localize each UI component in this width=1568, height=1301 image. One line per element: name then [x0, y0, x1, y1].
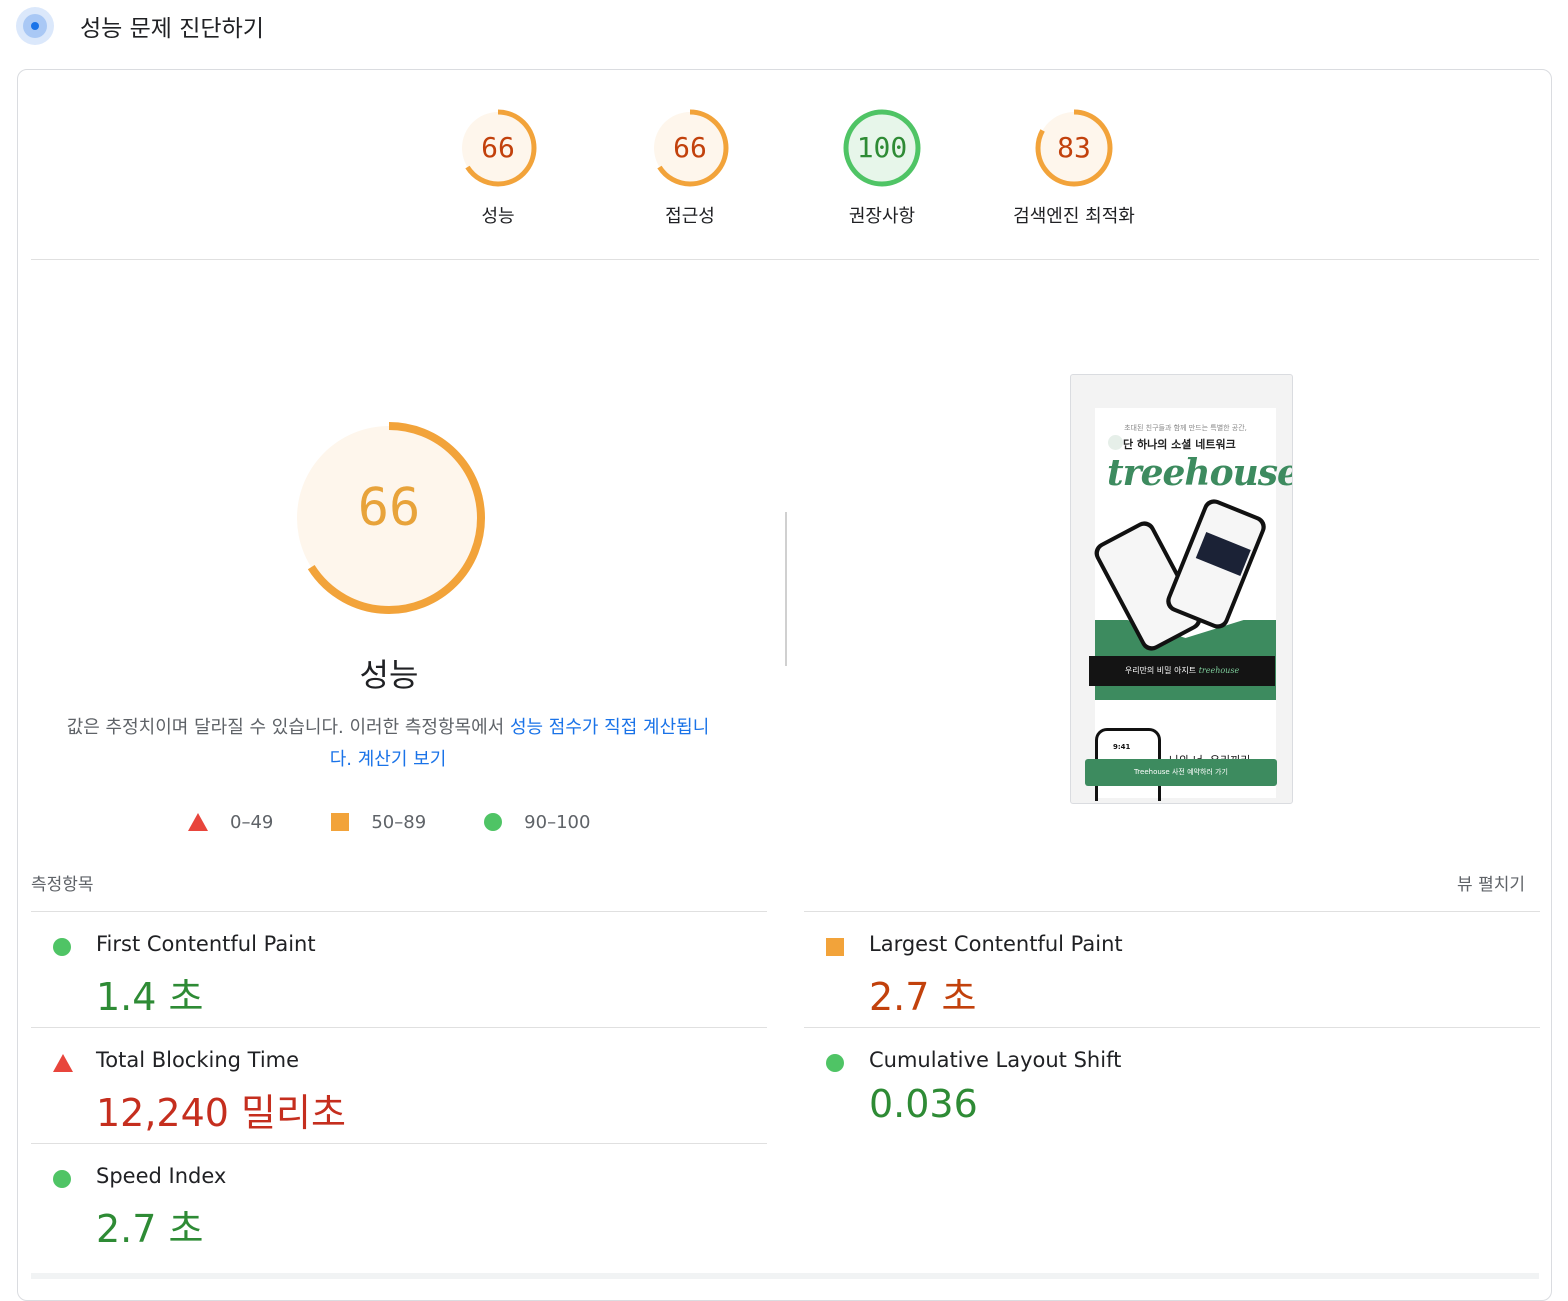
metric-value: 2.7 초 — [869, 975, 977, 1019]
metric-value: 2.7 초 — [96, 1207, 204, 1251]
gauge-label: 검색엔진 최적화 — [1013, 206, 1135, 227]
final-screenshot[interactable]: 초대된 친구들과 함께 만드는 특별한 공간, 단 하나의 소셜 네트워크 tr… — [1070, 374, 1293, 804]
screenshot-banner: 우리만의 비밀 아지트 treehouse — [1089, 656, 1275, 686]
screenshot-cta: Treehouse 사전 예약하러 가기 — [1085, 759, 1277, 786]
metric-title: Speed Index — [96, 1164, 227, 1188]
report-card: 66 성능 66 접근성 100 권장사항 83 검색엔진 최적화 66 성능 … — [17, 69, 1552, 1301]
gauge-performance[interactable]: 66 성능 — [398, 108, 598, 228]
expand-view-button[interactable]: 뷰 펼치기 — [1457, 870, 1525, 895]
screenshot-page: 초대된 친구들과 함께 만드는 특별한 공간, 단 하나의 소셜 네트워크 tr… — [1085, 408, 1292, 801]
page-title: 성능 문제 진단하기 — [80, 16, 264, 42]
calculator-link[interactable]: 계산기 보기 — [358, 749, 447, 770]
performance-score: 66 — [357, 478, 421, 538]
legend-range: 50–89 — [371, 811, 427, 833]
score-legend: 0–49 50–89 90–100 — [188, 810, 648, 834]
square-icon — [826, 938, 844, 956]
description-text: 값은 추정치이며 달라질 수 있습니다. 이러한 측정항목에서 — [66, 717, 510, 738]
triangle-icon — [188, 813, 208, 831]
lighthouse-icon — [16, 7, 54, 45]
circle-icon — [826, 1054, 844, 1072]
gauge-score: 100 — [856, 131, 908, 164]
gauge-score: 83 — [1057, 131, 1091, 164]
legend-item-average: 50–89 — [331, 812, 426, 833]
banner-text: 우리만의 비밀 아지트 — [1124, 666, 1197, 675]
circle-icon — [484, 813, 503, 831]
screenshot-headline: 단 하나의 소셜 네트워크 — [1123, 438, 1236, 451]
divider — [31, 259, 1539, 260]
gauge-score: 66 — [481, 131, 515, 164]
metric-value: 12,240 밀리초 — [96, 1091, 346, 1135]
metric-lcp: Largest Contentful Paint 2.7 초 — [804, 911, 1540, 1028]
metric-title: First Contentful Paint — [96, 932, 316, 956]
legend-range: 90–100 — [524, 811, 591, 833]
legend-range: 0–49 — [230, 811, 274, 833]
page-header: 성능 문제 진단하기 — [16, 4, 264, 48]
metric-cls: Cumulative Layout Shift 0.036 — [804, 1027, 1540, 1144]
metric-title: Largest Contentful Paint — [869, 932, 1123, 956]
section-footer-bar — [31, 1273, 1539, 1279]
performance-description: 값은 추정치이며 달라질 수 있습니다. 이러한 측정항목에서 성능 점수가 직… — [58, 712, 718, 776]
screenshot-time: 9:41 — [1113, 743, 1131, 751]
metric-tbt: Total Blocking Time 12,240 밀리초 — [31, 1027, 767, 1144]
metric-fcp: First Contentful Paint 1.4 초 — [31, 911, 767, 1028]
metric-title: Cumulative Layout Shift — [869, 1048, 1122, 1072]
gauge-label: 권장사항 — [848, 206, 916, 227]
screenshot-logo: treehouse — [1107, 452, 1293, 494]
vertical-divider — [785, 512, 787, 666]
category-gauges: 66 성능 66 접근성 100 권장사항 83 검색엔진 최적화 — [18, 108, 1551, 248]
gauge-seo[interactable]: 83 검색엔진 최적화 — [974, 108, 1174, 228]
performance-title: 성능 — [359, 656, 419, 694]
screenshot-tagline: 초대된 친구들과 함께 만드는 특별한 공간, — [1124, 424, 1247, 432]
triangle-icon — [53, 1054, 73, 1072]
gauge-best-practices[interactable]: 100 권장사항 — [782, 108, 982, 228]
circle-icon — [53, 938, 71, 956]
metrics-heading: 측정항목 — [31, 875, 94, 895]
gauge-label: 접근성 — [665, 206, 715, 227]
metric-title: Total Blocking Time — [96, 1048, 300, 1072]
circle-icon — [53, 1170, 71, 1188]
gauge-label: 성능 — [481, 206, 515, 227]
screenshot-circle — [1108, 435, 1123, 450]
legend-item-fail: 0–49 — [188, 812, 273, 833]
metric-value: 1.4 초 — [96, 975, 204, 1019]
gauge-accessibility[interactable]: 66 접근성 — [590, 108, 790, 228]
square-icon — [331, 813, 350, 831]
gauge-score: 66 — [673, 131, 707, 164]
legend-item-pass: 90–100 — [484, 812, 590, 833]
metric-value: 0.036 — [869, 1082, 978, 1126]
metric-speed-index: Speed Index 2.7 초 — [31, 1143, 767, 1260]
banner-logo: treehouse — [1198, 666, 1240, 675]
